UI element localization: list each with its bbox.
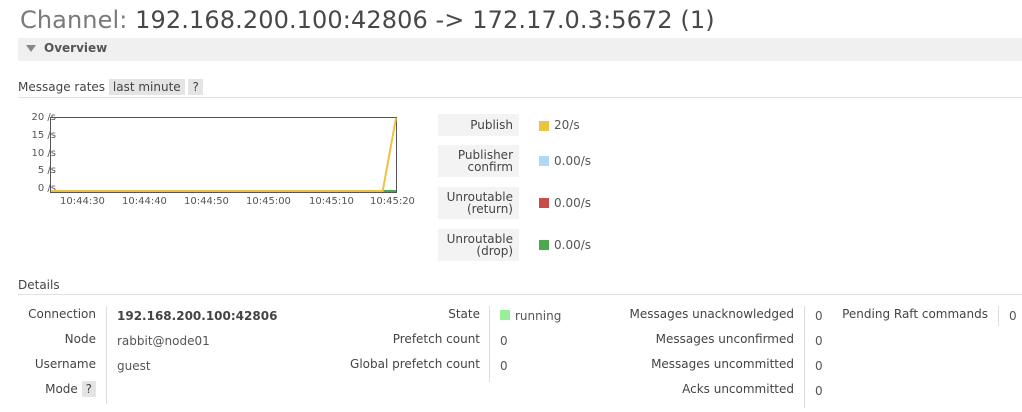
pending-raft-commands-value: 0	[1009, 309, 1017, 323]
legend-swatch-unroutable-return	[539, 198, 549, 208]
page-title-value: 192.168.200.100:42806 -> 172.17.0.3:5672…	[135, 6, 715, 34]
legend-label-line2: (return)	[466, 202, 513, 216]
prefetch-count-value: 0	[500, 334, 508, 348]
messages-unacknowledged-value: 0	[815, 309, 823, 323]
x-tick-label: 10:44:40	[122, 196, 167, 207]
acks-uncommitted-value: 0	[815, 384, 823, 398]
messages-unconfirmed-label: Messages unconfirmed	[655, 332, 794, 346]
legend-toggle-publisher-confirm[interactable]: Publisher confirm	[438, 145, 519, 177]
connection-label: Connection	[28, 307, 96, 321]
pending-raft-commands-label: Pending Raft commands	[842, 307, 988, 321]
messages-uncommitted-label: Messages uncommitted	[651, 357, 794, 371]
state-label: State	[448, 307, 480, 321]
column-divider	[998, 306, 999, 326]
x-tick-label: 10:44:50	[184, 196, 229, 207]
legend-swatch-publisher-confirm	[539, 156, 549, 166]
details-divider	[18, 294, 1022, 295]
collapse-triangle-icon	[26, 45, 36, 52]
message-rates-label: Message rates	[18, 80, 106, 94]
chart-frame	[50, 117, 397, 193]
state-value: running	[515, 309, 562, 323]
rates-divider	[18, 97, 1022, 98]
messages-unconfirmed-value: 0	[815, 334, 823, 348]
rate-range-selector[interactable]: last minute	[108, 79, 185, 95]
column-divider	[489, 306, 490, 382]
username-label: Username	[34, 357, 96, 371]
chart-plot-area	[50, 117, 397, 193]
legend-value-publisher-confirm: 0.00/s	[554, 154, 592, 168]
series-line-publish	[51, 117, 397, 192]
message-rates-chart: 20 /s 15 /s 10 /s 5 /s 0 /s 10:44:30 10:…	[13, 112, 433, 212]
legend-toggle-unroutable-return[interactable]: Unroutable (return)	[438, 187, 519, 219]
messages-uncommitted-value: 0	[815, 359, 823, 373]
legend-label: Publish	[470, 118, 513, 132]
page-title: Channel: 192.168.200.100:42806 -> 172.17…	[20, 6, 715, 34]
username-value: guest	[117, 359, 151, 373]
node-label: Node	[64, 332, 96, 346]
prefetch-count-label: Prefetch count	[392, 332, 480, 346]
legend-swatch-publish	[539, 121, 549, 131]
x-tick-label: 10:44:30	[60, 196, 105, 207]
column-divider	[106, 306, 107, 404]
column-divider	[804, 306, 805, 408]
page-title-prefix: Channel:	[20, 6, 136, 34]
message-rates-header: Message rates last minute ?	[18, 79, 203, 95]
state-indicator	[500, 310, 510, 320]
legend-label-line2: (drop)	[476, 244, 513, 258]
global-prefetch-count-label: Global prefetch count	[350, 357, 480, 371]
connection-link[interactable]: 192.168.200.100:42806	[117, 309, 277, 323]
legend-swatch-unroutable-drop	[539, 240, 549, 250]
rates-help-button[interactable]: ?	[188, 79, 203, 95]
mode-label-text: Mode	[45, 382, 78, 396]
legend-toggle-unroutable-drop[interactable]: Unroutable (drop)	[438, 229, 519, 261]
acks-uncommitted-label: Acks uncommitted	[682, 382, 794, 396]
overview-section-label: Overview	[44, 41, 108, 55]
legend-value-unroutable-return: 0.00/s	[554, 196, 592, 210]
messages-unacknowledged-label: Messages unacknowledged	[629, 307, 794, 321]
x-tick-label: 10:45:00	[246, 196, 291, 207]
legend-label-line2: confirm	[467, 160, 513, 174]
node-value: rabbit@node01	[117, 334, 210, 348]
x-tick-label: 10:45:10	[309, 196, 354, 207]
mode-help-button[interactable]: ?	[81, 381, 96, 397]
legend-toggle-publish[interactable]: Publish	[438, 114, 519, 136]
details-heading: Details	[18, 278, 60, 292]
global-prefetch-count-value: 0	[500, 359, 508, 373]
overview-section-toggle[interactable]: Overview	[18, 38, 1022, 61]
x-tick-label: 10:45:20	[370, 196, 415, 207]
legend-value-unroutable-drop: 0.00/s	[554, 238, 592, 252]
legend-value-publish: 20/s	[554, 118, 580, 132]
mode-label: Mode ?	[18, 381, 96, 397]
